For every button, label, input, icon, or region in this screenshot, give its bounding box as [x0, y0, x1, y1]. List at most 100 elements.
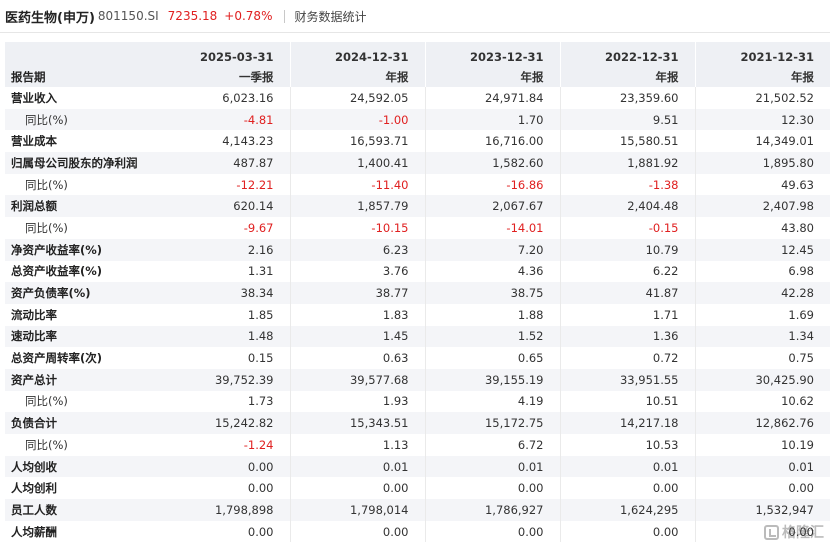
- value-cell: 4.36: [424, 260, 560, 283]
- table-row: 同比(%) -12.21 -11.40 -16.86 -1.38 49.63: [5, 173, 830, 196]
- value-cell: -0.15: [559, 217, 695, 239]
- table-row: 同比(%) -4.81 -1.00 1.70 9.51 12.30: [5, 108, 830, 131]
- header-date: 2025-03-31: [155, 42, 290, 66]
- value-cell: 39,577.68: [289, 368, 425, 391]
- row-label: 同比(%): [5, 217, 155, 239]
- period-label: 报告期: [5, 42, 155, 87]
- value-cell: 0.00: [289, 520, 425, 543]
- table-row: 速动比率 1.48 1.45 1.52 1.36 1.34: [5, 325, 830, 348]
- table-row: 负债合计 15,242.82 15,343.51 15,172.75 14,217.18…: [5, 412, 830, 434]
- row-label: 总资产周转率(次): [5, 347, 155, 369]
- row-label: 人均创利: [5, 477, 155, 500]
- row-label: 归属母公司股东的净利润: [5, 152, 155, 174]
- value-cell: 38.77: [289, 282, 425, 304]
- value-cell: -12.21: [155, 173, 290, 196]
- row-label: 人均薪酬: [5, 520, 155, 543]
- gelonghui-logo-icon: [764, 524, 779, 540]
- financial-data-table: 报告期 2025-03-31 2024-12-31 2023-12-31 202…: [5, 42, 830, 543]
- header-underline: [0, 32, 830, 33]
- table-row: 总资产周转率(次) 0.15 0.63 0.65 0.72 0.75: [5, 347, 830, 369]
- value-cell: 10.51: [559, 390, 695, 413]
- value-cell: 1.13: [289, 434, 425, 456]
- value-cell: 6.22: [559, 260, 695, 283]
- row-label: 净资产收益率(%): [5, 238, 155, 261]
- value-cell: 7.20: [424, 238, 560, 261]
- value-cell: 0.72: [559, 347, 695, 369]
- index-name[interactable]: 医药生物(申万): [5, 7, 95, 26]
- value-cell: 0.01: [559, 455, 695, 478]
- value-cell: -10.15: [289, 217, 425, 239]
- value-cell: 0.00: [424, 520, 560, 543]
- index-change: +0.78%: [224, 9, 273, 23]
- value-cell: 1.93: [289, 390, 425, 413]
- watermark: 格隆汇: [764, 522, 824, 542]
- header-date: 2021-12-31: [694, 42, 830, 66]
- value-cell: 9.51: [559, 108, 695, 131]
- index-code: 801150.SI: [97, 9, 159, 23]
- row-label: 负债合计: [5, 412, 155, 434]
- table-row: 人均创利 0.00 0.00 0.00 0.00 0.00: [5, 477, 830, 500]
- table-row: 员工人数 1,798,898 1,798,014 1,786,927 1,624,295…: [5, 499, 830, 521]
- value-cell: 15,172.75: [424, 412, 560, 434]
- value-cell: 38.34: [155, 282, 290, 304]
- value-cell: -16.86: [424, 173, 560, 196]
- header-date: 2022-12-31: [559, 42, 695, 66]
- value-cell: 0.00: [289, 477, 425, 500]
- value-cell: 24,592.05: [289, 87, 425, 109]
- value-cell: 2.16: [155, 238, 290, 261]
- value-cell: 1.45: [289, 325, 425, 348]
- value-cell: 15,343.51: [289, 412, 425, 434]
- value-cell: -1.38: [559, 173, 695, 196]
- table-body: 营业收入 6,023.16 24,592.05 24,971.84 23,359.60 2…: [5, 87, 830, 543]
- value-cell: 6.23: [289, 238, 425, 261]
- table-row: 净资产收益率(%) 2.16 6.23 7.20 10.79 12.45: [5, 238, 830, 261]
- value-cell: 1,400.41: [289, 152, 425, 174]
- value-cell: 1.36: [559, 325, 695, 348]
- header-date: 2024-12-31: [289, 42, 425, 66]
- value-cell: 4,143.23: [155, 130, 290, 153]
- value-cell: 14,349.01: [694, 130, 830, 153]
- value-cell: -14.01: [424, 217, 560, 239]
- value-cell: 2,404.48: [559, 195, 695, 218]
- value-cell: -1.00: [289, 108, 425, 131]
- value-cell: 1.34: [694, 325, 830, 348]
- value-cell: 43.80: [694, 217, 830, 239]
- table-row: 同比(%) -1.24 1.13 6.72 10.53 10.19: [5, 434, 830, 456]
- row-label: 同比(%): [5, 434, 155, 456]
- row-label: 营业成本: [5, 130, 155, 153]
- table-row: 利润总额 620.14 1,857.79 2,067.67 2,404.48 2,407.…: [5, 195, 830, 218]
- table-row: 资产总计 39,752.39 39,577.68 39,155.19 33,951.55…: [5, 368, 830, 391]
- value-cell: 0.00: [424, 477, 560, 500]
- value-cell: 1.71: [559, 303, 695, 326]
- value-cell: 1,624,295: [559, 499, 695, 521]
- value-cell: 38.75: [424, 282, 560, 304]
- table-row: 人均创收 0.00 0.01 0.01 0.01 0.01: [5, 455, 830, 478]
- value-cell: 0.00: [694, 477, 830, 500]
- value-cell: 1,798,014: [289, 499, 425, 521]
- value-cell: 0.00: [155, 520, 290, 543]
- value-cell: 16,593.71: [289, 130, 425, 153]
- table-row: 流动比率 1.85 1.83 1.88 1.71 1.69: [5, 303, 830, 326]
- value-cell: 10.53: [559, 434, 695, 456]
- value-cell: 33,951.55: [559, 368, 695, 391]
- value-cell: 1.31: [155, 260, 290, 283]
- index-price: 7235.18: [167, 9, 218, 23]
- value-cell: 1,582.60: [424, 152, 560, 174]
- value-cell: 0.63: [289, 347, 425, 369]
- row-label: 人均创收: [5, 455, 155, 478]
- financial-table-container: 报告期 2025-03-31 2024-12-31 2023-12-31 202…: [5, 42, 830, 543]
- value-cell: 620.14: [155, 195, 290, 218]
- value-cell: 1.83: [289, 303, 425, 326]
- row-label: 员工人数: [5, 499, 155, 521]
- value-cell: 16,716.00: [424, 130, 560, 153]
- header-period-type: 年报: [289, 66, 425, 87]
- table-row: 营业收入 6,023.16 24,592.05 24,971.84 23,359.60 2…: [5, 87, 830, 109]
- table-row: 人均薪酬 0.00 0.00 0.00 0.00 0.00: [5, 520, 830, 543]
- header-period-type: 年报: [559, 66, 695, 87]
- header-period-type: 年报: [424, 66, 560, 87]
- header-date: 2023-12-31: [424, 42, 560, 66]
- value-cell: 2,407.98: [694, 195, 830, 218]
- value-cell: 10.19: [694, 434, 830, 456]
- value-cell: 1,532,947: [694, 499, 830, 521]
- value-cell: 10.62: [694, 390, 830, 413]
